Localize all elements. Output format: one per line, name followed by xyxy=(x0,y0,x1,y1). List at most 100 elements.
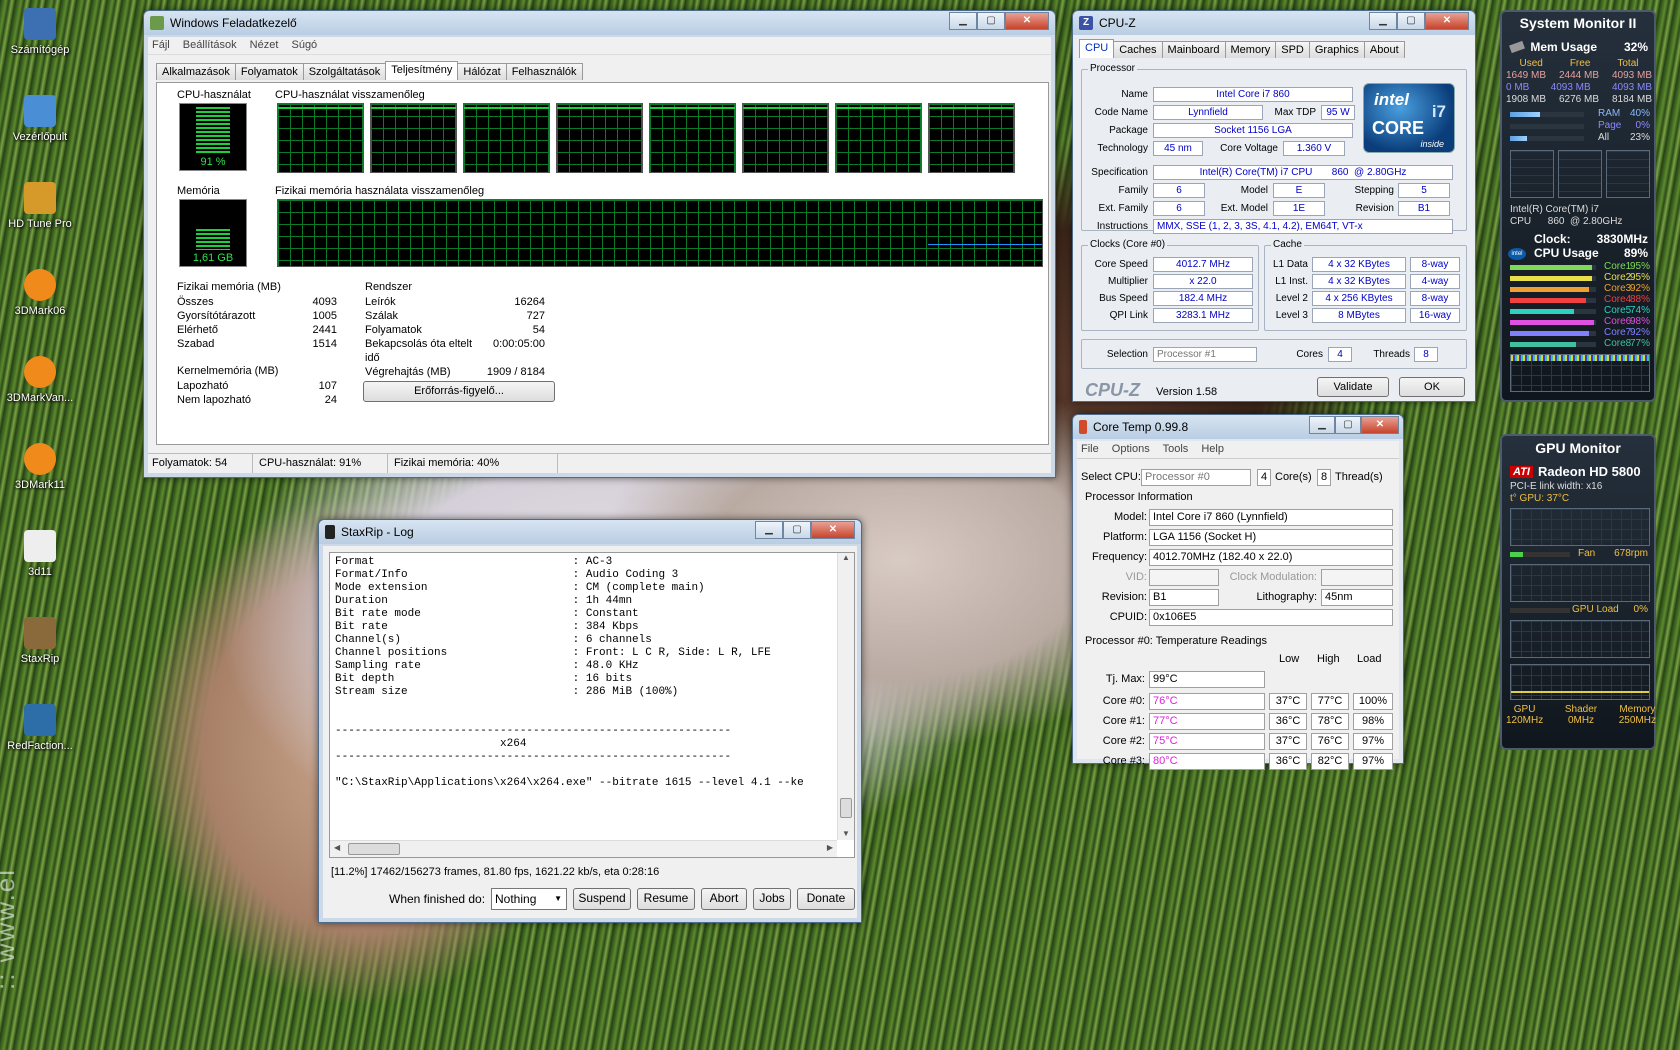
horizontal-scrollbar[interactable]: ◀ ▶ xyxy=(330,840,837,857)
validate-button[interactable]: Validate xyxy=(1317,377,1389,397)
menu-help[interactable]: Help xyxy=(1201,443,1224,455)
coretemp-window[interactable]: Core Temp 0.99.8 ▁ ▢ ✕ File Options Tools … xyxy=(1072,414,1404,770)
clock-modulation-label: Clock Modulation: xyxy=(1229,571,1317,583)
maximize-button[interactable]: ▢ xyxy=(977,12,1005,30)
cpuz-title: CPU-Z xyxy=(1099,16,1136,30)
tab-users[interactable]: Felhasználók xyxy=(505,63,583,80)
menu-view[interactable]: Nézet xyxy=(250,39,279,51)
desktop-icon[interactable]: RedFaction... xyxy=(2,704,78,752)
window-title: Windows Feladatkezelő xyxy=(170,16,297,30)
cpu-history-label: CPU-használat visszamenőleg xyxy=(275,89,425,101)
tab-cpu[interactable]: CPU xyxy=(1079,39,1115,58)
system-monitor-gadget[interactable]: System Monitor II Mem Usage 32% Used Free… xyxy=(1500,10,1656,402)
menu-options[interactable]: Options xyxy=(1112,443,1150,455)
pcie-link-width: PCI-E link width: x16 xyxy=(1510,481,1603,492)
abort-button[interactable]: Abort xyxy=(701,888,747,910)
menu-tools[interactable]: Tools xyxy=(1163,443,1189,455)
memory-history-graph xyxy=(277,199,1043,267)
close-button[interactable]: ✕ xyxy=(1361,416,1399,434)
staxrip-window[interactable]: StaxRip - Log ▁ ▢ ✕ Format : AC-3 Format/I… xyxy=(318,519,862,923)
task-manager-window[interactable]: Windows Feladatkezelő ▁ ▢ ✕ Fájl Beállítás… xyxy=(143,10,1056,478)
horizontal-scroll-thumb[interactable] xyxy=(348,843,400,855)
ok-button[interactable]: OK xyxy=(1399,377,1465,397)
vid-label: VID: xyxy=(1125,571,1147,583)
stepping-label: Stepping xyxy=(1354,185,1394,196)
mem-row-all: 1908 MB 6276 MB 8184 MB xyxy=(1506,94,1652,106)
mem-row-physical: 1649 MB 2444 MB 4093 MB xyxy=(1506,70,1652,82)
when-finished-dropdown[interactable]: Nothing ▼ xyxy=(491,888,567,910)
desktop-icon[interactable]: Számítógép xyxy=(2,8,78,56)
kv-row: Folyamatok 54 xyxy=(365,323,545,337)
menu-help[interactable]: Súgó xyxy=(291,39,317,51)
memory-history-graphs xyxy=(1510,150,1650,198)
memory-clock-group: Memory 250MHz xyxy=(1619,704,1656,726)
package-label: Package xyxy=(1109,125,1148,136)
desktop-icon[interactable]: 3DMark06 xyxy=(2,269,78,317)
load-column-header: Load xyxy=(1357,653,1382,665)
tab-mainboard[interactable]: Mainboard xyxy=(1161,41,1226,58)
minimize-button[interactable]: ▁ xyxy=(1369,12,1397,30)
tab-applications[interactable]: Alkalmazások xyxy=(156,63,236,80)
scroll-right-arrow-icon[interactable]: ▶ xyxy=(827,843,833,852)
close-button[interactable]: ✕ xyxy=(1425,12,1469,30)
resource-monitor-button[interactable]: Erőforrás-figyelő... xyxy=(363,381,555,402)
package-value: Socket 1156 LGA xyxy=(1153,123,1353,138)
tab-memory[interactable]: Memory xyxy=(1224,41,1277,58)
tab-networking[interactable]: Hálózat xyxy=(457,63,507,80)
cpuz-window[interactable]: Z CPU-Z ▁ ▢ ✕ CPU Caches Mainboard Memory SPD G… xyxy=(1072,10,1476,402)
minimize-button[interactable]: ▁ xyxy=(1309,416,1335,434)
core-bar-value: 95% xyxy=(1629,261,1650,272)
platform-label: Platform: xyxy=(1102,531,1147,543)
core-bar-fill xyxy=(1510,265,1592,270)
inside-text: inside xyxy=(1420,139,1444,149)
desktop-icon[interactable]: StaxRip xyxy=(2,617,78,665)
minimize-button[interactable]: ▁ xyxy=(949,12,977,30)
scroll-up-arrow-icon[interactable]: ▲ xyxy=(838,553,854,562)
menu-file[interactable]: Fájl xyxy=(152,39,170,51)
tab-performance[interactable]: Teljesítmény xyxy=(385,61,459,80)
tab-processes[interactable]: Folyamatok xyxy=(234,63,304,80)
app-icon xyxy=(24,8,56,40)
core-temp-label: Core #2: xyxy=(1102,735,1145,747)
maximize-button[interactable]: ▢ xyxy=(1335,416,1361,434)
close-button[interactable]: ✕ xyxy=(1005,12,1049,30)
tab-graphics[interactable]: Graphics xyxy=(1308,41,1365,58)
cpu-usage-label: CPU-használat xyxy=(177,89,251,101)
coretemp-menu-bar: File Options Tools Help xyxy=(1077,441,1399,459)
minimize-button[interactable]: ▁ xyxy=(755,521,783,539)
clock-value: x 22.0 xyxy=(1153,274,1253,289)
core-bar-value: 92% xyxy=(1629,327,1650,338)
model-label: Model xyxy=(1240,185,1268,196)
vertical-scroll-thumb[interactable] xyxy=(840,798,852,818)
scroll-left-arrow-icon[interactable]: ◀ xyxy=(334,843,340,852)
selection-dropdown[interactable]: Processor #1 xyxy=(1153,347,1257,362)
desktop-icon[interactable]: 3DMark11 xyxy=(2,443,78,491)
desktop-icon[interactable]: 3d11 xyxy=(2,530,78,578)
donate-button[interactable]: Donate xyxy=(797,888,855,910)
vertical-scrollbar[interactable]: ▲ ▼ xyxy=(837,553,854,840)
log-textbox[interactable]: Format : AC-3 Format/Info : Audio Coding… xyxy=(329,552,855,858)
desktop-icon[interactable]: Vezérlőpult xyxy=(2,95,78,143)
suspend-button[interactable]: Suspend xyxy=(573,888,631,910)
mem-bar-value: 0% xyxy=(1635,120,1650,131)
maximize-button[interactable]: ▢ xyxy=(1397,12,1425,30)
tab-spd[interactable]: SPD xyxy=(1275,41,1310,58)
close-button[interactable]: ✕ xyxy=(811,521,855,539)
maximize-button[interactable]: ▢ xyxy=(783,521,811,539)
tab-caches[interactable]: Caches xyxy=(1113,41,1163,58)
desktop-icon[interactable]: HD Tune Pro xyxy=(2,182,78,230)
tab-services[interactable]: Szolgáltatások xyxy=(302,63,387,80)
tab-about[interactable]: About xyxy=(1363,41,1405,58)
gpu-monitor-gadget[interactable]: GPU Monitor ATI Radeon HD 5800 PCI-E lin… xyxy=(1500,434,1656,750)
scroll-down-arrow-icon[interactable]: ▼ xyxy=(838,829,854,838)
menu-options[interactable]: Beállítások xyxy=(183,39,237,51)
resume-button[interactable]: Resume xyxy=(637,888,695,910)
menu-file[interactable]: File xyxy=(1081,443,1099,455)
cores-value: 4 xyxy=(1328,347,1352,362)
select-cpu-dropdown[interactable]: Processor #0 xyxy=(1141,469,1251,486)
kv-value: 4093 xyxy=(312,296,337,308)
kv-label: Szálak xyxy=(365,310,399,322)
desktop-icon[interactable]: 3DMarkVan... xyxy=(2,356,78,404)
task-manager-titlebar[interactable]: Windows Feladatkezelő xyxy=(144,11,1055,35)
jobs-button[interactable]: Jobs xyxy=(753,888,791,910)
